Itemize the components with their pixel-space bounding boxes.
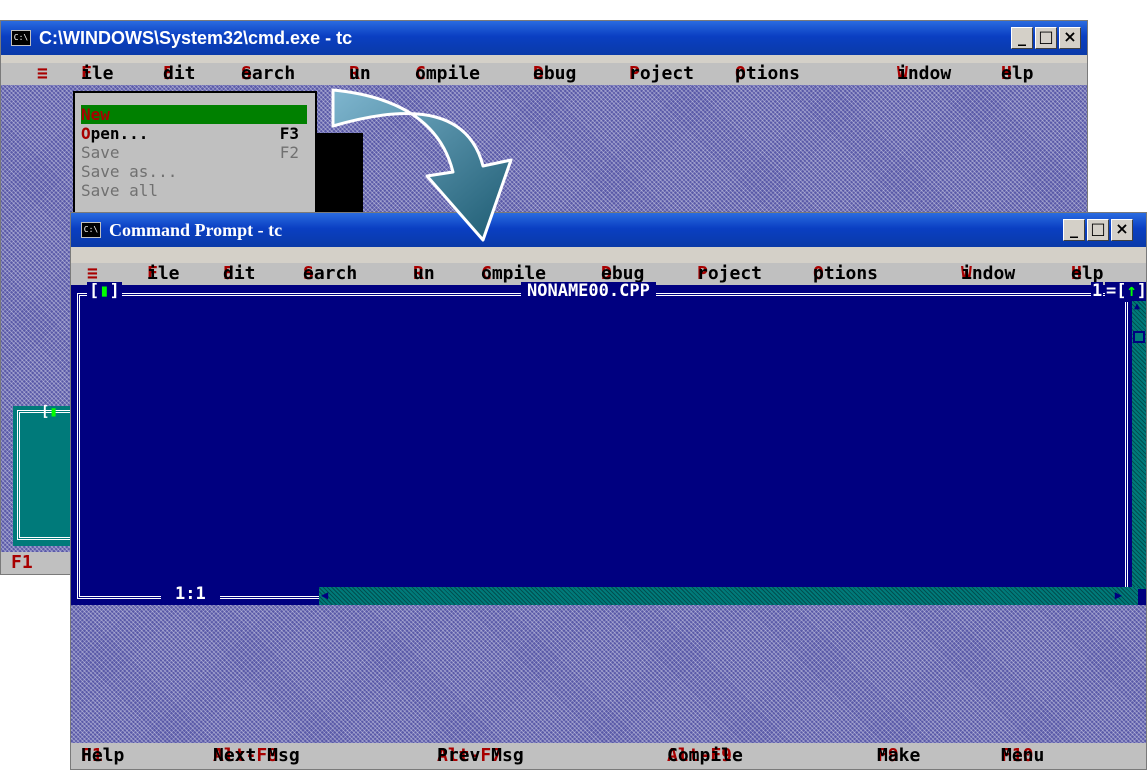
back-editor-window: [▮ <box>13 404 73 546</box>
front-title-bar[interactable]: C:\ Command Prompt - tc _ □ × <box>71 213 1146 247</box>
curved-arrow-icon <box>331 88 513 242</box>
menu-item-save[interactable]: Save F2 <box>81 143 307 162</box>
horizontal-scrollbar[interactable]: ◀ ▶ <box>319 587 1138 605</box>
minimize-button[interactable]: _ <box>1063 219 1085 241</box>
scroll-up-arrow-icon[interactable]: ▲ <box>1134 301 1140 312</box>
minimize-button[interactable]: _ <box>1011 27 1033 49</box>
back-editor-frame <box>17 410 73 540</box>
scroll-left-arrow-icon[interactable]: ◀ <box>321 588 328 602</box>
editor-close-box[interactable]: [▮] <box>87 282 122 302</box>
back-editor-close-box[interactable]: [▮ <box>41 404 58 420</box>
editor-filename: NONAME00.CPP <box>521 282 656 302</box>
maximize-button[interactable]: □ <box>1035 27 1057 49</box>
front-desktop <box>71 605 1146 743</box>
front-cmd-window: C:\ Command Prompt - tc _ □ × ≡ File Edi… <box>70 212 1147 770</box>
back-status-f1[interactable]: F1 <box>11 552 33 574</box>
shortcut-label: F2 <box>279 143 299 162</box>
vertical-scrollbar[interactable]: ▲ <box>1132 301 1146 589</box>
editor-zoom-box[interactable]: =[↑] <box>1105 282 1146 302</box>
cmd-icon: C:\ <box>11 30 31 46</box>
back-menu-bar: ≡ File Edit Search Run Compile Debug Pro… <box>1 63 1087 85</box>
close-button[interactable]: × <box>1059 27 1081 49</box>
close-button[interactable]: × <box>1111 219 1133 241</box>
scroll-right-arrow-icon[interactable]: ▶ <box>1115 588 1122 602</box>
front-window-title: Command Prompt - tc <box>109 219 283 240</box>
back-window-title: C:\WINDOWS\System32\cmd.exe - tc <box>39 27 353 48</box>
editor-frame <box>77 293 1128 599</box>
menu-item-save-all[interactable]: Save all <box>81 181 307 200</box>
menu-item-save-as[interactable]: Save as... <box>81 162 307 181</box>
back-title-bar[interactable]: C:\ C:\WINDOWS\System32\cmd.exe - tc _ □… <box>1 21 1087 55</box>
shortcut-label: F3 <box>279 124 299 143</box>
scroll-thumb[interactable] <box>1133 331 1145 343</box>
menu-item-open[interactable]: Open... F3 <box>81 124 307 143</box>
menu-item-new[interactable]: New <box>81 105 307 124</box>
cursor-position: 1:1 <box>161 585 220 605</box>
editor-window-number: 1 <box>1091 281 1104 302</box>
front-status-bar: F1 Help Alt-F8 Next Msg Alt-F7 Prev Msg … <box>71 743 1146 769</box>
maximize-button[interactable]: □ <box>1087 219 1109 241</box>
editor-window[interactable]: [▮] NONAME00.CPP 1 =[↑] ▲ 1:1 ◀ ▶ <box>71 281 1146 605</box>
cmd-icon: C:\ <box>81 222 101 238</box>
